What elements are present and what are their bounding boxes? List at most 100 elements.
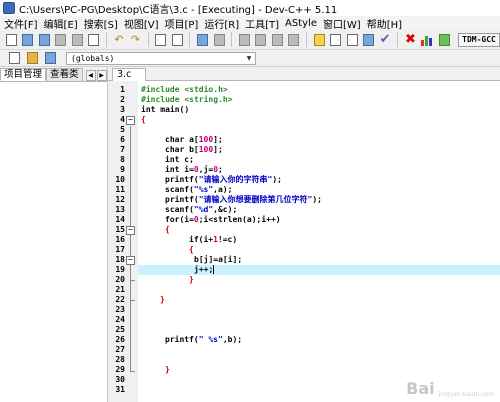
code-line-1: #include <stdio.h> [141, 85, 228, 94]
toolbar-separator [147, 32, 149, 47]
open-folder-icon [22, 33, 34, 46]
line-number-gutter: 1 2 3 4 5 6 7 8 9 10 11 12 13 14 15 16 1… [108, 81, 138, 402]
run-button[interactable] [328, 32, 342, 48]
debug-button[interactable] [438, 32, 452, 48]
code-line-2: #include <string.h> [141, 95, 233, 104]
line-number: 24 [115, 315, 125, 324]
text-caret [213, 265, 215, 274]
menu-search[interactable]: 搜索[S] [82, 16, 122, 31]
line-number: 19 [115, 265, 125, 274]
code-line-18: b[j]=a[i]; [194, 255, 243, 264]
editor-tab-bar: 3.c [108, 67, 500, 81]
find-button[interactable] [154, 32, 168, 48]
line-number: 10 [115, 175, 125, 184]
line-number: 29 [115, 365, 125, 374]
fold-end [130, 300, 135, 301]
tab-class-view[interactable]: 查看类 [46, 68, 83, 81]
devcpp-app-icon [3, 2, 15, 14]
line-number: 9 [120, 165, 125, 174]
compiler-selector[interactable]: TDM-GCC [458, 32, 500, 47]
new-class-button[interactable] [6, 50, 22, 66]
code-line-13: scanf("%d",&c); [165, 205, 238, 214]
line-number: 17 [115, 245, 125, 254]
stop-execution-button[interactable]: ✖ [403, 32, 417, 48]
menu-edit[interactable]: 编辑[E] [42, 16, 82, 31]
toolbar-separator [105, 32, 107, 47]
goto-line-button[interactable] [195, 32, 209, 48]
code-line-7: char b[100]; [165, 145, 223, 154]
replace-button[interactable] [170, 32, 184, 48]
project-tree[interactable] [0, 81, 107, 402]
menu-tools[interactable]: 工具[T] [243, 16, 283, 31]
toggle-comment-button[interactable] [270, 32, 284, 48]
code-line-17: { [189, 245, 194, 254]
fold-toggle-main[interactable]: − [126, 116, 135, 125]
code-line-19: j++; [194, 265, 215, 274]
watermark-url: jingyan.baidu.com [438, 391, 494, 398]
save-all-button[interactable] [53, 32, 67, 48]
print-button[interactable] [86, 32, 100, 48]
profile-button[interactable] [420, 32, 436, 48]
line-number: 22 [115, 295, 125, 304]
bookmark-button[interactable] [212, 32, 226, 48]
indent-button[interactable] [237, 32, 251, 48]
line-number: 6 [120, 135, 125, 144]
rebuild-button[interactable] [361, 32, 375, 48]
menu-view[interactable]: 视图[V] [122, 16, 163, 31]
undo-button[interactable]: ↶ [112, 32, 126, 48]
menu-window[interactable]: 窗口[W] [321, 16, 365, 31]
replace-icon [171, 33, 183, 46]
current-line-highlight [138, 265, 500, 275]
debug-icon [439, 33, 451, 46]
arrow-right-icon: ▶ [99, 72, 104, 79]
line-number: 5 [120, 125, 125, 134]
scope-value: (globals) [71, 53, 115, 63]
fold-toggle-if[interactable]: − [126, 256, 135, 265]
toolbar-separator [189, 32, 191, 47]
menu-help[interactable]: 帮助[H] [365, 16, 406, 31]
menu-file[interactable]: 文件[F] [2, 16, 42, 31]
menu-bar: 文件[F] 编辑[E] 搜索[S] 视图[V] 项目[P] 运行[R] 工具[T… [0, 16, 500, 31]
goto-definition-button[interactable] [42, 50, 58, 66]
uncomment-button[interactable] [287, 32, 301, 48]
line-number: 3 [120, 105, 125, 114]
redo-button[interactable]: ↷ [128, 32, 142, 48]
insert-button[interactable] [24, 50, 40, 66]
unindent-button[interactable] [254, 32, 268, 48]
line-number: 18 [115, 255, 125, 264]
new-file-button[interactable] [4, 32, 18, 48]
scope-dropdown[interactable]: (globals) ▼ [66, 51, 256, 65]
insert-icon [26, 52, 38, 64]
code-editor[interactable]: #include <stdio.h> #include <string.h> i… [138, 81, 500, 402]
fold-end [130, 280, 135, 281]
line-number: 14 [115, 215, 125, 224]
menu-project[interactable]: 项目[P] [163, 16, 203, 31]
compile-run-icon [346, 33, 358, 46]
chart-icon [420, 34, 435, 46]
code-line-14: for(i=0;i<strlen(a);i++) [165, 215, 281, 224]
close-button[interactable] [70, 32, 84, 48]
close-file-icon [71, 33, 83, 46]
new-class-icon [8, 52, 20, 64]
compile-run-button[interactable] [345, 32, 359, 48]
code-line-4: { [141, 115, 146, 124]
save-button[interactable] [37, 32, 51, 48]
save-icon [38, 33, 50, 46]
title-bar: C:\Users\PC-PG\Desktop\C语言\3.c - [Execut… [0, 0, 500, 16]
tab-project-manager[interactable]: 项目管理 [0, 68, 47, 81]
menu-astyle[interactable]: AStyle [283, 18, 321, 29]
tab-scroll-right-button[interactable]: ▶ [96, 70, 107, 81]
comment-icon [271, 33, 283, 46]
tab-scroll-left-button[interactable]: ◀ [85, 70, 96, 81]
goto-definition-icon [44, 52, 56, 64]
fold-toggle-for[interactable]: − [126, 226, 135, 235]
save-all-icon [55, 33, 67, 46]
compile-button[interactable] [312, 32, 326, 48]
tab-3c[interactable]: 3.c [112, 68, 146, 81]
menu-run[interactable]: 运行[R] [202, 16, 243, 31]
code-line-25: printf(" %s",b); [165, 335, 243, 344]
syntax-check-button[interactable]: ✔ [378, 32, 392, 48]
line-number: 4 [120, 115, 125, 124]
open-file-button[interactable] [20, 32, 34, 48]
line-number: 2 [120, 95, 125, 104]
